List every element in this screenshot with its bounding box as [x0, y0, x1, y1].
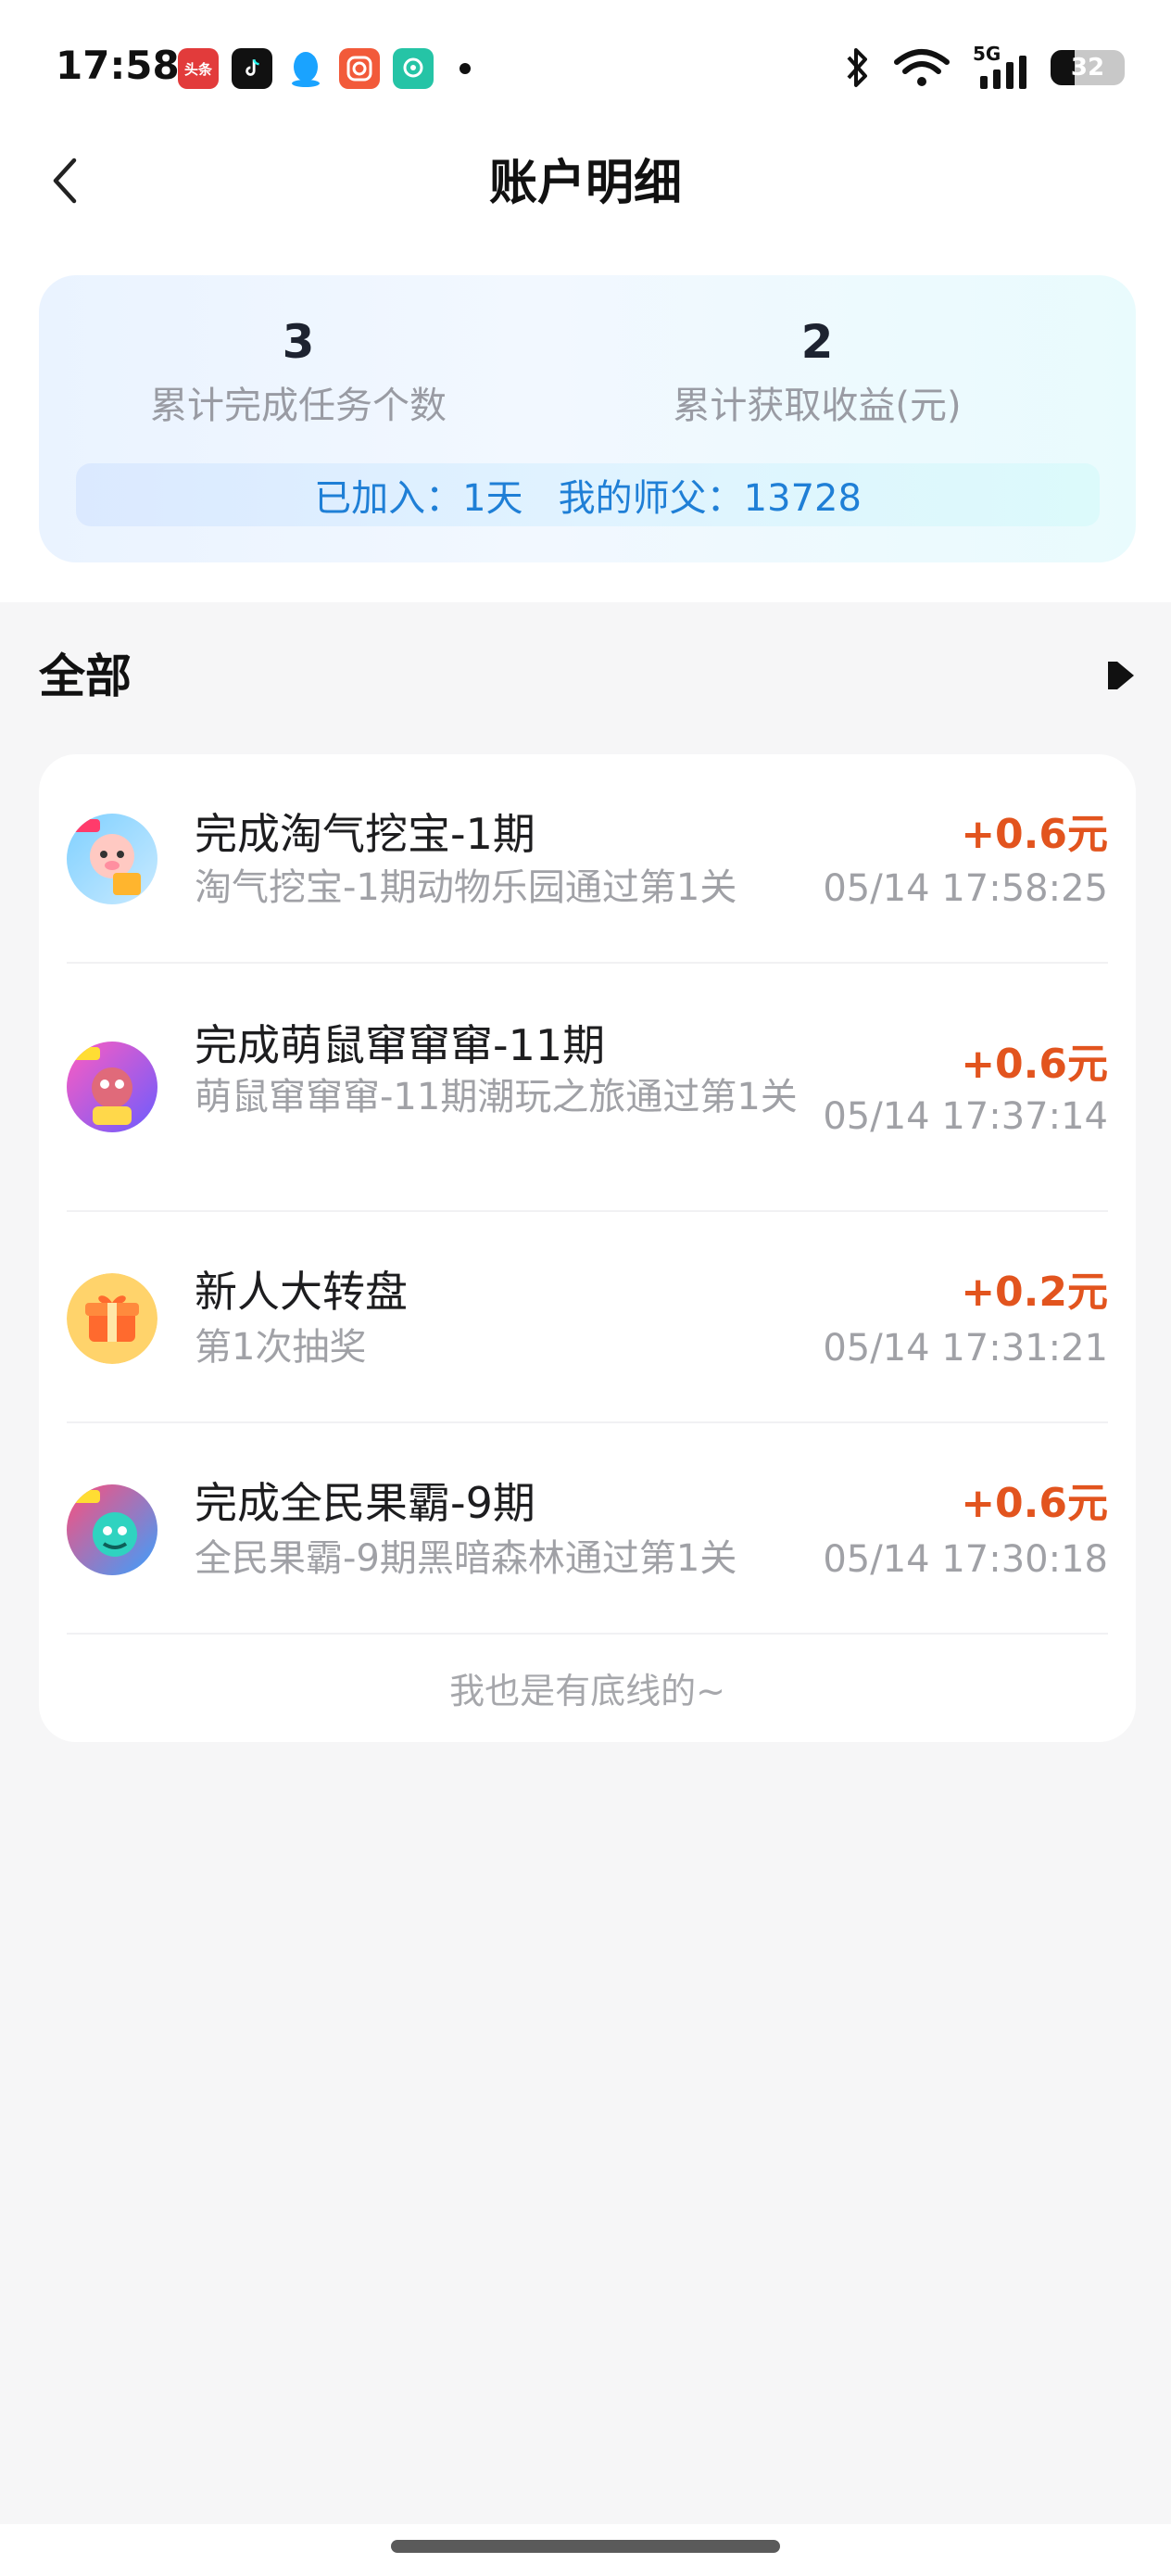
toutiao-icon: 头条 [178, 48, 219, 89]
bluetooth-icon [847, 48, 867, 87]
record-time: 05/14 17:37:14 [823, 1095, 1108, 1138]
earnings-label: 累计获取收益(元) [673, 385, 962, 427]
record-description: 全民果霸-9期黑暗森林通过第1关 [195, 1537, 737, 1580]
record-title: 完成全民果霸-9期 [195, 1478, 535, 1528]
record-amount: +0.6元 [961, 1480, 1108, 1527]
record-description: 萌鼠窜窜窜-11期潮玩之旅通过第1关 [195, 1076, 798, 1118]
record-amount: +0.6元 [961, 1041, 1108, 1088]
camera-app-icon [339, 48, 380, 89]
summary-card: 3 累计完成任务个数 2 累计获取收益(元) 已加入：1天 我的师父：13728 [39, 275, 1136, 562]
battery-percent: 32 [1070, 54, 1105, 82]
record-row[interactable]: 完成淘气挖宝-1期 淘气挖宝-1期动物乐园通过第1关 +0.6元 05/14 1… [67, 754, 1108, 964]
join-info-bar: 已加入：1天 我的师父：13728 [76, 463, 1100, 526]
gift-box-icon [67, 1273, 157, 1364]
qq-icon [285, 48, 326, 89]
record-description: 第1次抽奖 [195, 1326, 367, 1369]
end-of-list-note: 我也是有底线的~ [449, 1671, 725, 1711]
record-title: 完成淘气挖宝-1期 [195, 809, 535, 859]
record-time: 05/14 17:31:21 [823, 1327, 1108, 1370]
status-time: 17:58 [56, 43, 180, 88]
status-bar: 17:58 头条 5G 32 [0, 0, 1171, 139]
chat-app-icon [393, 48, 434, 89]
filter-all-tab[interactable]: 全部 [39, 639, 132, 706]
home-indicator[interactable] [391, 2540, 780, 2553]
game-avatar-icon [67, 1484, 157, 1575]
tasks-label: 累计完成任务个数 [150, 385, 447, 427]
row-divider [67, 1633, 1108, 1635]
record-amount: +0.2元 [961, 1269, 1108, 1316]
notification-icons: 头条 [178, 48, 471, 89]
wifi-icon [894, 49, 950, 86]
record-row[interactable]: 完成全民果霸-9期 全民果霸-9期黑暗森林通过第1关 +0.6元 05/14 1… [67, 1423, 1108, 1635]
record-row[interactable]: 新人大转盘 第1次抽奖 +0.2元 05/14 17:31:21 [67, 1212, 1108, 1423]
battery-icon: 32 [1051, 50, 1125, 85]
system-icons: 5G 32 [843, 43, 1125, 89]
records-list: 完成淘气挖宝-1期 淘气挖宝-1期动物乐园通过第1关 +0.6元 05/14 1… [39, 754, 1136, 1742]
record-time: 05/14 17:58:25 [823, 867, 1108, 910]
page-title: 账户明细 [488, 156, 682, 211]
record-row[interactable]: 完成萌鼠窜窜窜-11期 萌鼠窜窜窜-11期潮玩之旅通过第1关 +0.6元 05/… [67, 964, 1108, 1212]
tasks-stat: 3 累计完成任务个数 [39, 314, 558, 429]
record-amount: +0.6元 [961, 811, 1108, 858]
tasks-count: 3 [282, 315, 315, 369]
cellular-signal-icon: 5G [973, 43, 1028, 89]
record-time: 05/14 17:30:18 [823, 1538, 1108, 1581]
record-title: 完成萌鼠窜窜窜-11期 [195, 1020, 606, 1070]
game-avatar-icon [67, 814, 157, 904]
game-avatar-icon [67, 1042, 157, 1132]
earnings-total: 2 [800, 315, 834, 369]
toutiao-icon-label: 头条 [183, 60, 212, 78]
earnings-stat: 2 累计获取收益(元) [558, 314, 1077, 429]
more-notifications-dot [460, 63, 471, 74]
record-title: 新人大转盘 [195, 1267, 408, 1317]
tiktok-icon [232, 48, 272, 89]
record-description: 淘气挖宝-1期动物乐园通过第1关 [195, 866, 737, 909]
play-icon[interactable] [1104, 660, 1136, 691]
